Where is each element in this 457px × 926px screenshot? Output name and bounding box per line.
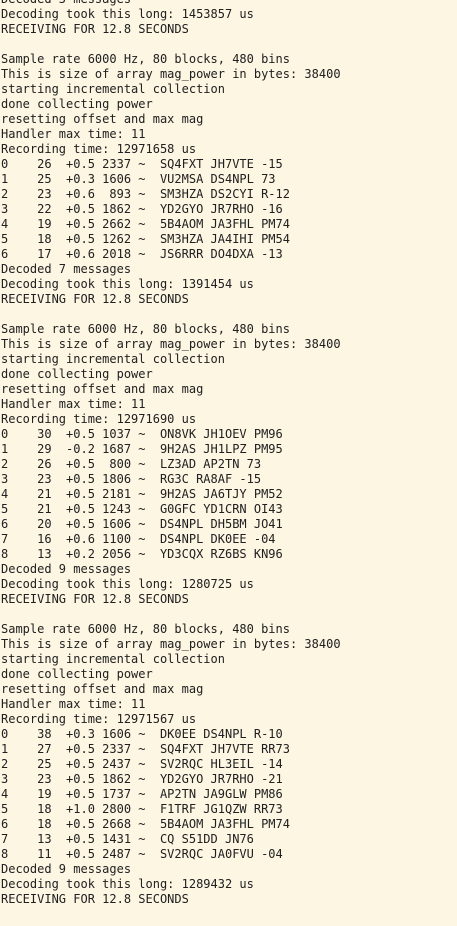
terminal-line: starting incremental collection — [1, 652, 225, 666]
terminal-line: 0 30 +0.5 1037 ~ ON8VK JH1OEV PM96 — [1, 427, 283, 441]
terminal-line: done collecting power — [1, 667, 153, 681]
terminal-line: Handler max time: 11 — [1, 697, 146, 711]
terminal-line: Sample rate 6000 Hz, 80 blocks, 480 bins — [1, 622, 290, 636]
terminal-line: 8 13 +0.2 2056 ~ YD3CQX RZ6BS KN96 — [1, 547, 283, 561]
terminal-line: starting incremental collection — [1, 352, 225, 366]
terminal-line: RECEIVING FOR 12.8 SECONDS — [1, 292, 189, 306]
terminal-line: Recording time: 12971567 us — [1, 712, 197, 726]
terminal-line: Sample rate 6000 Hz, 80 blocks, 480 bins — [1, 322, 290, 336]
terminal-line: 3 22 +0.5 1862 ~ YD2GYO JR7RHO -16 — [1, 202, 283, 216]
terminal-line: 3 23 +0.5 1806 ~ RG3C RA8AF -15 — [1, 472, 262, 486]
terminal-line: 2 25 +0.5 2437 ~ SV2RQC HL3EIL -14 — [1, 757, 283, 771]
terminal-line: 5 21 +0.5 1243 ~ G0GFC YD1CRN OI43 — [1, 502, 283, 516]
terminal-line: Sample rate 6000 Hz, 80 blocks, 480 bins — [1, 52, 290, 66]
terminal-line: Recording time: 12971658 us — [1, 142, 197, 156]
terminal-line: 4 19 +0.5 1737 ~ AP2TN JA9GLW PM86 — [1, 787, 283, 801]
terminal-line: 5 18 +1.0 2800 ~ F1TRF JG1QZW RR73 — [1, 802, 283, 816]
terminal-line: Decoding took this long: 1280725 us — [1, 577, 254, 591]
terminal-line: 6 20 +0.5 1606 ~ DS4NPL DH5BM JO41 — [1, 517, 283, 531]
terminal-line: 2 26 +0.5 800 ~ LZ3AD AP2TN 73 — [1, 457, 262, 471]
terminal-line: 7 13 +0.5 1431 ~ CQ S51DD JN76 — [1, 832, 254, 846]
terminal-output: Decoded 5 messagesDecoding took this lon… — [0, 0, 457, 907]
terminal-line: 8 11 +0.5 2487 ~ SV2RQC JA0FVU -04 — [1, 847, 283, 861]
terminal-window[interactable]: Decoded 5 messagesDecoding took this lon… — [0, 0, 457, 926]
terminal-line: Decoded 5 messages — [1, 0, 457, 7]
terminal-line: Decoding took this long: 1391454 us — [1, 277, 254, 291]
terminal-line: Decoded 9 messages — [1, 862, 132, 876]
terminal-line: Decoded 7 messages — [1, 262, 132, 276]
terminal-line: Recording time: 12971690 us — [1, 412, 197, 426]
terminal-line: This is size of array mag_power in bytes… — [1, 67, 341, 81]
terminal-line: 6 17 +0.6 2018 ~ JS6RRR DO4DXA -13 — [1, 247, 283, 261]
terminal-line: done collecting power — [1, 97, 153, 111]
terminal-line: RECEIVING FOR 12.8 SECONDS — [1, 592, 189, 606]
terminal-line: 4 19 +0.5 2662 ~ 5B4AOM JA3FHL PM74 — [1, 217, 290, 231]
terminal-line: RECEIVING FOR 12.8 SECONDS — [1, 892, 189, 906]
terminal-line: starting incremental collection — [1, 82, 225, 96]
terminal-line: resetting offset and max mag — [1, 682, 204, 696]
terminal-line: This is size of array mag_power in bytes… — [1, 637, 341, 651]
terminal-line: Decoding took this long: 1453857 us — [1, 7, 254, 21]
terminal-line: This is size of array mag_power in bytes… — [1, 337, 341, 351]
terminal-line: 0 26 +0.5 2337 ~ SQ4FXT JH7VTE -15 — [1, 157, 283, 171]
terminal-line: Decoding took this long: 1289432 us — [1, 877, 254, 891]
terminal-line: 1 25 +0.3 1606 ~ VU2MSA DS4NPL 73 — [1, 172, 276, 186]
terminal-line: 3 23 +0.5 1862 ~ YD2GYO JR7RHO -21 — [1, 772, 283, 786]
terminal-line: 7 16 +0.6 1100 ~ DS4NPL DK0EE -04 — [1, 532, 276, 546]
terminal-line: 4 21 +0.5 2181 ~ 9H2AS JA6TJY PM52 — [1, 487, 283, 501]
terminal-line: 1 29 -0.2 1687 ~ 9H2AS JH1LPZ PM95 — [1, 442, 283, 456]
terminal-line: 2 23 +0.6 893 ~ SM3HZA DS2CYI R-12 — [1, 187, 290, 201]
terminal-line: resetting offset and max mag — [1, 112, 204, 126]
terminal-line: RECEIVING FOR 12.8 SECONDS — [1, 22, 189, 36]
terminal-line: Handler max time: 11 — [1, 397, 146, 411]
terminal-line: resetting offset and max mag — [1, 382, 204, 396]
terminal-line: done collecting power — [1, 367, 153, 381]
terminal-line: Decoded 9 messages — [1, 562, 132, 576]
terminal-line: 5 18 +0.5 1262 ~ SM3HZA JA4IHI PM54 — [1, 232, 290, 246]
terminal-line: 1 27 +0.5 2337 ~ SQ4FXT JH7VTE RR73 — [1, 742, 290, 756]
terminal-line: 0 38 +0.3 1606 ~ DK0EE DS4NPL R-10 — [1, 727, 283, 741]
terminal-line: Handler max time: 11 — [1, 127, 146, 141]
terminal-line: 6 18 +0.5 2668 ~ 5B4AOM JA3FHL PM74 — [1, 817, 290, 831]
